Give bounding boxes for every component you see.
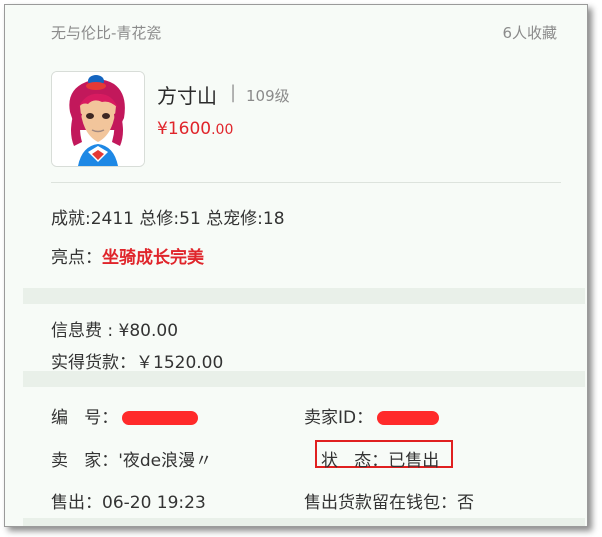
character-school: 方寸山: [157, 84, 217, 108]
character-level: 109级: [246, 87, 290, 105]
redacted-seller-id: [377, 411, 440, 425]
wallet-value: 否: [457, 493, 474, 513]
sold-time-value: 06-20 19:23: [102, 493, 206, 513]
seller-id-row: 卖家ID：: [304, 403, 440, 428]
status-row: 状 态：已售出: [321, 446, 439, 471]
divider: [51, 182, 561, 183]
character-portrait-icon: [52, 72, 144, 166]
listing-header: 无与伦比-青花瓷 6人收藏: [23, 5, 585, 57]
seller-label: 卖 家：: [51, 451, 119, 471]
stats-line: 成就:2411 总修:51 总宠修:18: [51, 209, 285, 229]
listing-price: ¥1600.00: [157, 119, 233, 139]
section-gap: [23, 288, 585, 304]
wallet-row: 售出货款留在钱包：否: [304, 488, 474, 513]
net-payment: 实得货款：￥1520.00: [51, 353, 224, 373]
highlight-label: 亮点：: [51, 248, 102, 268]
item-id-row: 编 号：: [51, 403, 199, 428]
price-cents: .00: [211, 122, 234, 138]
info-fee: 信息费 : ¥80.00: [51, 321, 179, 341]
screenshot-frame: 无与伦比-青花瓷 6人收藏 方寸山 | 109级 ¥1600.00 成就:241…: [4, 4, 588, 527]
highlight-line: 亮点：坐骑成长完美: [51, 243, 204, 268]
listing-card[interactable]: 无与伦比-青花瓷 6人收藏 方寸山 | 109级 ¥1600.00 成就:241…: [23, 5, 585, 526]
server-name: 无与伦比-青花瓷: [51, 24, 162, 42]
section-gap: [23, 518, 585, 526]
character-avatar[interactable]: [51, 71, 145, 167]
seller-row: 卖 家：'夜de浪漫〃: [51, 446, 212, 471]
status-value: 已售出: [388, 451, 440, 471]
name-separator: |: [230, 82, 237, 103]
sold-time-row: 售出：06-20 19:23: [51, 488, 206, 513]
favorites-count: 6人收藏: [502, 24, 557, 42]
price-main: ¥1600: [157, 119, 212, 139]
item-id-label: 编 号：: [51, 408, 119, 428]
sold-time-label: 售出：: [51, 493, 102, 513]
wallet-label: 售出货款留在钱包：: [304, 493, 457, 513]
status-label: 状 态：: [321, 451, 389, 471]
redacted-id: [122, 411, 199, 425]
section-gap: [23, 371, 585, 387]
seller-id-label: 卖家ID：: [304, 408, 374, 428]
highlight-value: 坐骑成长完美: [102, 248, 204, 268]
seller-name[interactable]: '夜de浪漫〃: [118, 451, 212, 471]
